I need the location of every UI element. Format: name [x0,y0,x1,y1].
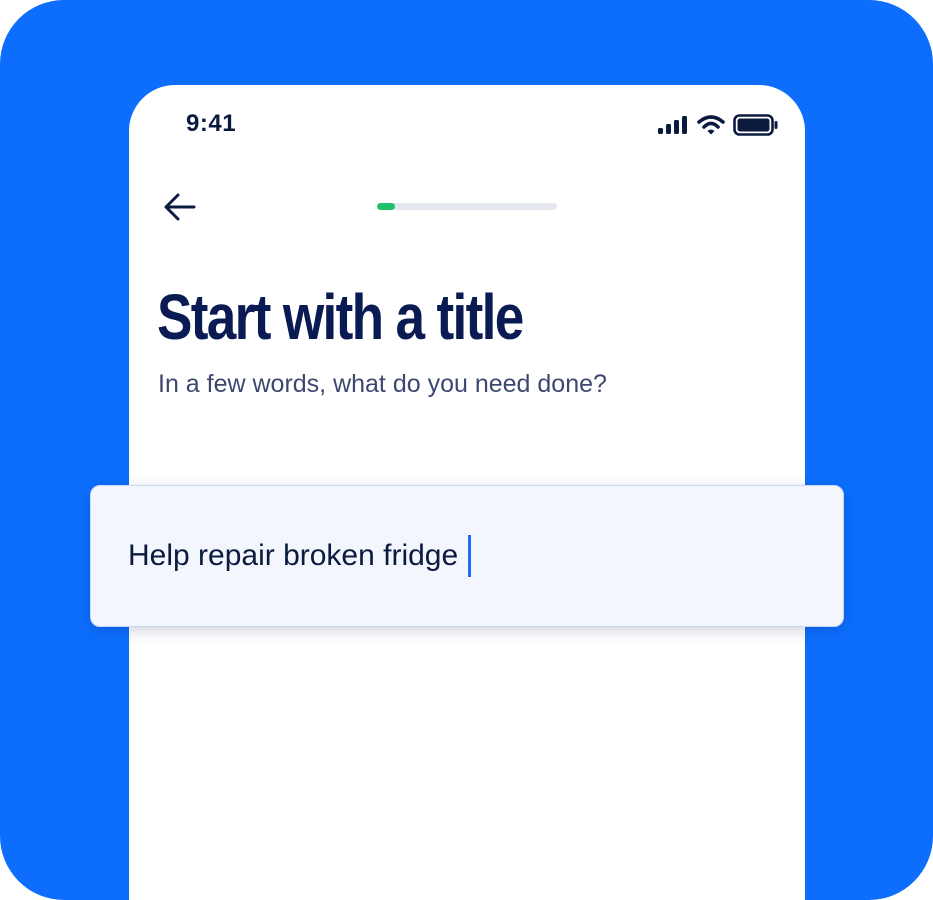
title-input-field[interactable]: Help repair broken fridge [90,485,844,627]
status-icons [657,114,779,141]
wifi-icon [697,114,725,141]
page-subtitle: In a few words, what do you need done? [158,370,607,398]
blue-background-frame: 9:41 Start with a title In a few words, … [0,0,933,900]
progress-bar [377,203,557,210]
page-title: Start with a title [157,281,524,353]
battery-icon [733,114,779,141]
status-time: 9:41 [186,110,237,137]
text-caret [468,535,472,577]
back-button[interactable] [162,191,198,223]
cellular-signal-icon [657,115,689,140]
title-input-value: Help repair broken fridge [128,539,459,572]
progress-fill [377,203,395,210]
arrow-left-icon [164,193,196,221]
